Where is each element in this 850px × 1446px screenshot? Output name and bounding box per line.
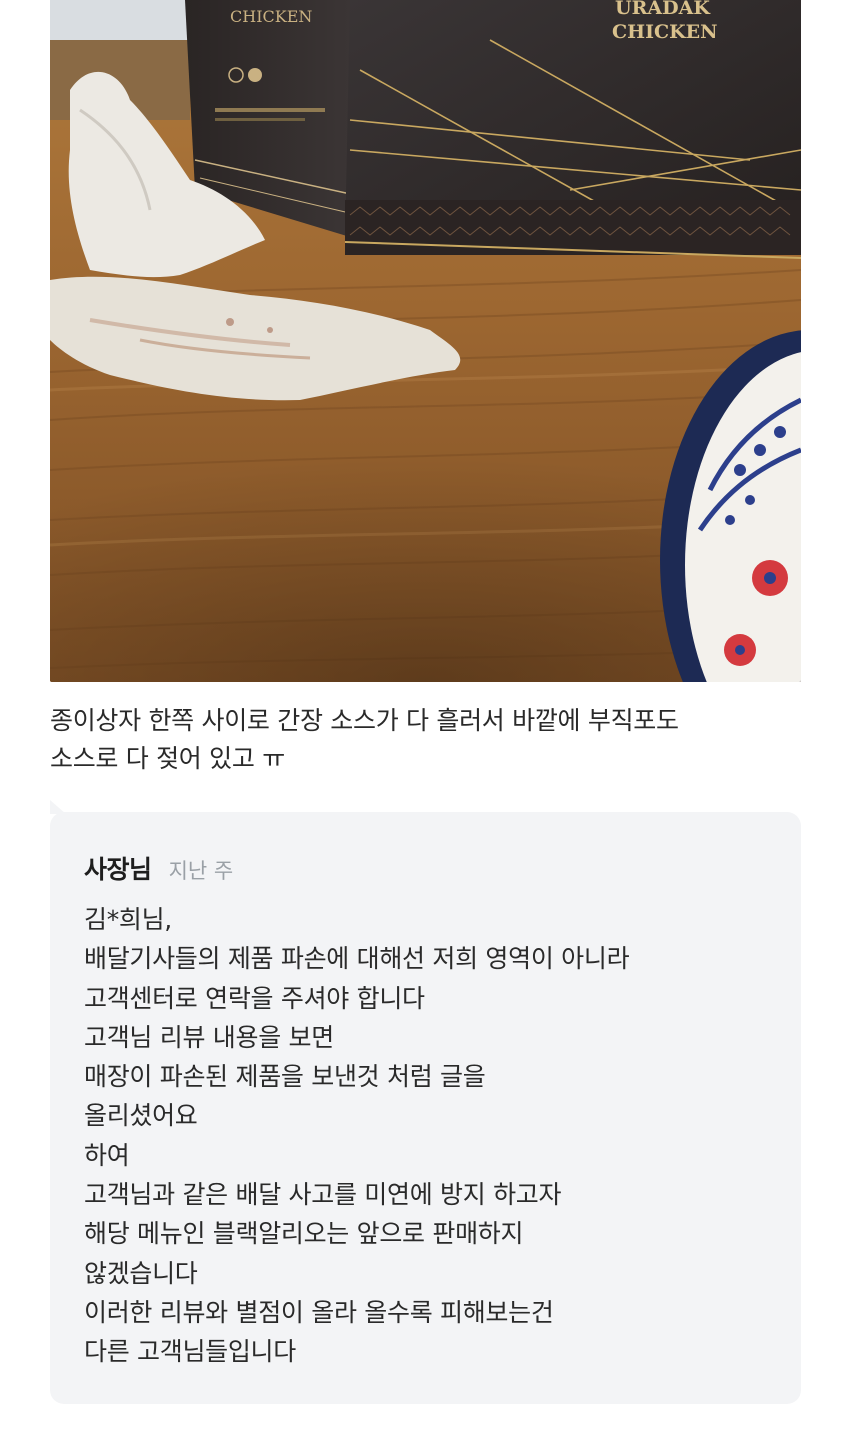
review-text-line: 종이상자 한쪽 사이로 간장 소스가 다 흘러서 바깥에 부직포도	[50, 706, 679, 735]
review-page: CHICKEN URADAK CHICKEN 종이상자 한쪽 사이로 간장 소스…	[0, 0, 850, 1446]
reply-line: 올리셨어요	[84, 1101, 198, 1131]
reply-time: 지난 주	[168, 859, 234, 883]
reply-line: 김*희님,	[84, 905, 172, 934]
reply-line: 해당 메뉴인 블랙알리오는 앞으로 판매하지	[84, 1219, 524, 1249]
reply-line: 고객님 리뷰 내용을 보면	[84, 1022, 334, 1052]
reply-line: 매장이 파손된 제품을 보낸것 처럼 글을	[84, 1062, 486, 1092]
reply-line: 고객센터로 연락을 주셔야 합니다	[84, 983, 425, 1013]
box-brand-left: CHICKEN	[230, 7, 312, 26]
box-brand-right-bottom: CHICKEN	[612, 21, 717, 43]
review-text: 종이상자 한쪽 사이로 간장 소스가 다 흘러서 바깥에 부직포도 소스로 다 …	[50, 702, 801, 778]
reply-line: 하여	[84, 1140, 130, 1170]
reply-line: 고객님과 같은 배달 사고를 미연에 방지 하고자	[84, 1180, 562, 1210]
reply-line: 배달기사들의 제품 파손에 대해선 저희 영역이 아니라	[84, 944, 630, 974]
owner-reply: 사장님 지난 주 김*희님, 배달기사들의 제품 파손에 대해선 저희 영역이 …	[50, 812, 801, 1404]
reply-line: 이러한 리뷰와 별점이 올라 올수록 피해보는건	[84, 1297, 554, 1327]
reply-body: 김*희님, 배달기사들의 제품 파손에 대해선 저희 영역이 아니라 고객센터로…	[84, 900, 774, 1372]
reply-line: 다른 고객님들입니다	[84, 1337, 296, 1367]
box-brand-right-top: URADAK	[615, 0, 711, 19]
reply-author: 사장님	[84, 855, 152, 884]
reply-line: 않겠습니다	[84, 1258, 198, 1288]
review-photo-illustration: CHICKEN URADAK CHICKEN	[50, 0, 801, 682]
reply-header: 사장님 지난 주	[84, 850, 233, 886]
review-photo[interactable]: CHICKEN URADAK CHICKEN	[50, 0, 801, 682]
review-text-line: 소스로 다 젖어 있고 ㅠ	[50, 744, 285, 773]
